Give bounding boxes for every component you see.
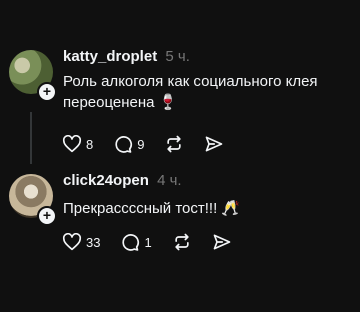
timestamp: 5 ч. — [165, 48, 190, 65]
heart-icon — [62, 135, 82, 153]
repost-button[interactable] — [164, 134, 184, 154]
username[interactable]: katty_droplet — [63, 48, 157, 65]
reply-button[interactable]: 9 — [113, 134, 144, 154]
like-button[interactable]: 33 — [62, 232, 100, 252]
comment-text: Роль алкоголя как социального клея перео… — [63, 73, 318, 111]
follow-plus-icon[interactable]: + — [37, 82, 57, 102]
comment-icon — [122, 234, 140, 251]
comment-header: click24open 4 ч. — [63, 172, 182, 189]
comment-text: Прекрассссный тост!!! 🥂 — [63, 200, 241, 217]
like-count: 8 — [86, 136, 94, 152]
reply-count: 9 — [137, 136, 145, 152]
heart-icon — [62, 233, 82, 251]
like-button[interactable]: 8 — [62, 134, 93, 154]
repost-icon — [167, 135, 182, 153]
repost-icon — [175, 233, 189, 251]
username[interactable]: click24open — [63, 172, 149, 189]
like-count: 33 — [86, 234, 101, 250]
avatar-container[interactable]: + — [9, 50, 57, 102]
reply-count: 1 — [144, 234, 152, 250]
share-button[interactable] — [204, 134, 224, 154]
share-button[interactable] — [212, 232, 232, 252]
thread-line — [30, 112, 32, 164]
avatar-container[interactable]: + — [9, 174, 57, 226]
repost-button[interactable] — [172, 232, 192, 252]
reply-button[interactable]: 1 — [120, 232, 152, 252]
send-icon — [206, 136, 223, 152]
action-bar: 8 9 — [62, 134, 244, 154]
timestamp: 4 ч. — [157, 172, 182, 189]
comment-icon — [115, 136, 133, 153]
comment-header: katty_droplet 5 ч. — [63, 48, 190, 65]
action-bar: 33 1 — [62, 232, 252, 252]
send-icon — [213, 234, 231, 250]
follow-plus-icon[interactable]: + — [37, 206, 57, 226]
